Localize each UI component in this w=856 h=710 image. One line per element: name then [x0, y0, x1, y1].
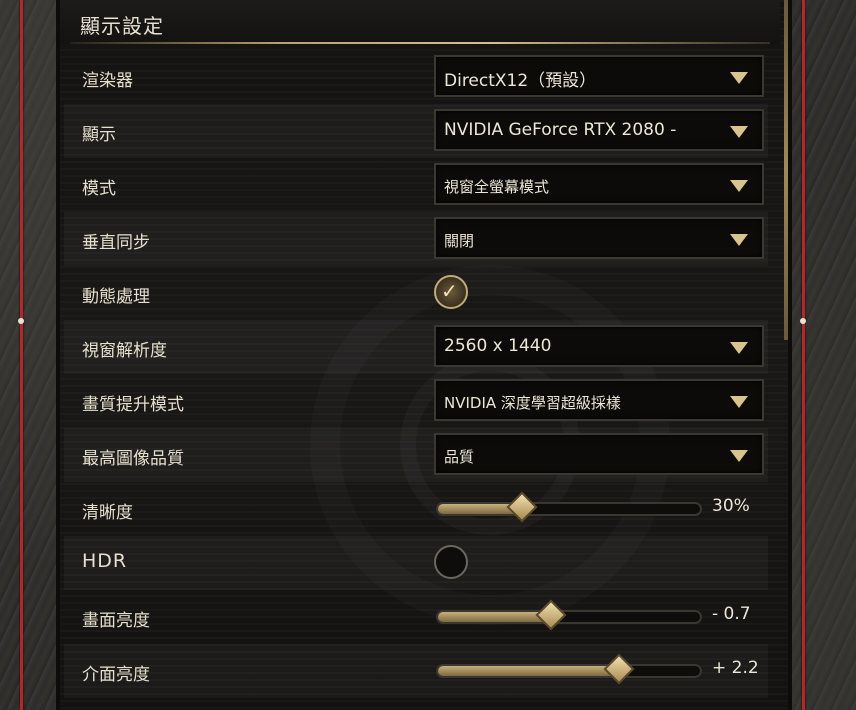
interface-brightness-slider[interactable]: [436, 653, 702, 685]
panel-header: 顯示設定: [60, 0, 780, 44]
display-settings-panel: 顯示設定 渲染器 DirectX12（預設） 顯示 NVIDIA GeForce…: [56, 0, 792, 710]
left-frame-rail: [20, 0, 23, 710]
dropdown-value: NVIDIA 深度學習超級採樣: [444, 394, 621, 412]
setting-row-vsync: 垂直同步 關閉: [64, 212, 768, 266]
slider-fill: [438, 666, 619, 676]
setting-label: 渲染器: [82, 71, 133, 91]
chevron-down-icon: [730, 126, 748, 138]
setting-label: 清晰度: [82, 503, 133, 523]
slider-fill: [438, 612, 551, 622]
setting-row-motion: 動態處理 ✓: [64, 266, 768, 320]
dropdown-value: 品質: [444, 448, 475, 466]
setting-label: 垂直同步: [82, 233, 150, 253]
screen-brightness-slider[interactable]: [436, 599, 702, 631]
slider-value: - 0.7: [712, 604, 751, 624]
setting-row-sharpness: 清晰度 30%: [64, 482, 768, 536]
setting-row-screen-brightness: 畫面亮度 - 0.7: [64, 590, 768, 644]
chevron-down-icon: [730, 396, 748, 408]
slider-handle[interactable]: [506, 491, 538, 523]
right-rail-marker: [800, 318, 806, 324]
vsync-dropdown[interactable]: 關閉: [434, 217, 764, 259]
dropdown-value: DirectX12（預設）: [444, 71, 597, 91]
chevron-down-icon: [730, 180, 748, 192]
setting-label: 畫面亮度: [82, 611, 150, 631]
mode-dropdown[interactable]: 視窗全螢幕模式: [434, 163, 764, 205]
motion-checkbox[interactable]: ✓: [434, 275, 468, 309]
setting-row-resolution: 視窗解析度 2560 x 1440: [64, 320, 768, 374]
setting-label: 顯示: [82, 125, 116, 145]
renderer-dropdown[interactable]: DirectX12（預設）: [434, 55, 764, 97]
chevron-down-icon: [730, 234, 748, 246]
setting-row-mode: 模式 視窗全螢幕模式: [64, 158, 768, 212]
dropdown-value: 視窗全螢幕模式: [444, 178, 550, 196]
panel-title: 顯示設定: [80, 14, 164, 38]
chevron-down-icon: [730, 72, 748, 84]
upscaling-dropdown[interactable]: NVIDIA 深度學習超級採樣: [434, 379, 764, 421]
setting-label: 畫質提升模式: [82, 395, 184, 415]
setting-row-renderer: 渲染器 DirectX12（預設）: [64, 50, 768, 104]
setting-label: HDR: [82, 550, 128, 572]
setting-label: 模式: [82, 179, 116, 199]
slider-handle[interactable]: [603, 653, 635, 685]
setting-row-display: 顯示 NVIDIA GeForce RTX 2080 -: [64, 104, 768, 158]
dropdown-value: 關閉: [444, 232, 475, 250]
slider-value: + 2.2: [712, 658, 759, 678]
setting-row-hdr: HDR: [64, 536, 768, 590]
sharpness-slider[interactable]: [436, 491, 702, 523]
chevron-down-icon: [730, 342, 748, 354]
checkmark-icon: ✓: [441, 279, 458, 303]
right-frame-rail: [802, 0, 805, 710]
setting-label: 視窗解析度: [82, 341, 167, 361]
setting-row-interface-brightness: 介面亮度 + 2.2: [64, 644, 768, 698]
slider-value: 30%: [712, 496, 750, 516]
left-rail-marker: [18, 318, 24, 324]
header-divider: [70, 42, 770, 44]
image-quality-dropdown[interactable]: 品質: [434, 433, 764, 475]
chevron-down-icon: [730, 450, 748, 462]
dropdown-value: NVIDIA GeForce RTX 2080 -: [444, 120, 677, 140]
display-dropdown[interactable]: NVIDIA GeForce RTX 2080 -: [434, 109, 764, 151]
setting-label: 最高圖像品質: [82, 449, 184, 469]
setting-row-image-quality: 最高圖像品質 品質: [64, 428, 768, 482]
hdr-checkbox[interactable]: [434, 545, 468, 579]
slider-handle[interactable]: [535, 599, 567, 631]
dropdown-value: 2560 x 1440: [444, 336, 552, 356]
scrollbar[interactable]: [784, 0, 788, 340]
resolution-dropdown[interactable]: 2560 x 1440: [434, 325, 764, 367]
setting-label: 介面亮度: [82, 665, 150, 685]
setting-row-upscaling: 畫質提升模式 NVIDIA 深度學習超級採樣: [64, 374, 768, 428]
setting-label: 動態處理: [82, 287, 150, 307]
